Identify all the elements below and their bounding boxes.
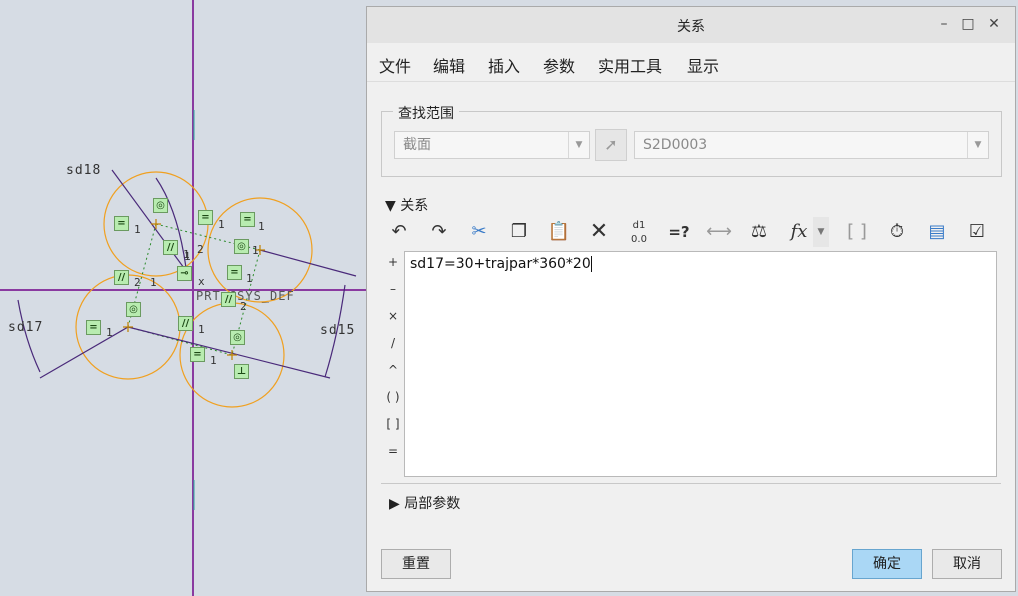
text-caret [590, 256, 592, 272]
relation-text: sd17=30+trajpar*360*20 [410, 256, 591, 272]
menu-parameters[interactable]: 参数 [543, 53, 575, 77]
maximize-icon[interactable]: □ [959, 15, 977, 33]
constraint-index: 2 [240, 300, 247, 313]
undo-icon[interactable]: ↶ [385, 217, 413, 247]
relations-dialog: 关系 – □ ✕ 文件 编辑 插入 参数 实用工具 显示 查找范围 截面 ▼ ➚… [366, 6, 1016, 592]
paste-icon[interactable]: 📋 [545, 217, 573, 247]
menu-file[interactable]: 文件 [379, 53, 411, 77]
dimension-sd15[interactable]: sd15 [320, 323, 355, 338]
expand-triangle-icon: ▶ [389, 496, 400, 512]
close-icon[interactable]: ✕ [985, 15, 1003, 33]
title-bar[interactable]: 关系 – □ ✕ [367, 7, 1015, 43]
constraint-index: 1 [218, 218, 225, 231]
dialog-title: 关系 [677, 19, 705, 35]
perpendicular-constraint-icon[interactable]: ⊥ [234, 364, 249, 379]
equals-operator-button[interactable]: = [385, 444, 401, 458]
local-parameters-label: 局部参数 [404, 496, 461, 512]
constraint-index: 2 [134, 276, 141, 289]
concentric-constraint-icon[interactable]: ◎ [230, 330, 245, 345]
dimension-sd17[interactable]: sd17 [8, 320, 43, 335]
chevron-down-icon: ▼ [568, 132, 589, 158]
concentric-constraint-icon[interactable]: ◎ [126, 302, 141, 317]
constraint-index: 2 [197, 243, 204, 256]
section-divider [381, 483, 1001, 484]
constraint-index: 1 [150, 276, 157, 289]
parallel-constraint-icon[interactable]: // [221, 292, 236, 307]
insert-parameter-icon[interactable]: ⟷ [705, 217, 733, 247]
sketch-geometry [0, 0, 366, 596]
brackets-icon[interactable]: [ ] [843, 217, 871, 247]
cut-icon[interactable]: ✂ [465, 217, 493, 247]
local-parameters-header[interactable]: ▶ 局部参数 [389, 493, 460, 513]
constraint-index: 1 [258, 220, 265, 233]
cursor-arrow-icon: ➚ [604, 135, 618, 154]
scope-object-select[interactable]: S2D0003 ▼ [634, 131, 989, 159]
constraint-index: 1 [134, 223, 141, 236]
copy-icon[interactable]: ❐ [505, 217, 533, 247]
multiply-operator-button[interactable]: × [385, 309, 401, 323]
sketch-canvas[interactable]: sd18 sd17 sd15 PRT_CSYS_DEF ◎ = = = ◎ //… [0, 0, 366, 596]
redo-icon[interactable]: ↷ [425, 217, 453, 247]
parentheses-operator-button[interactable]: ( ) [385, 390, 401, 404]
function-dropdown-icon[interactable]: ▼ [813, 217, 829, 247]
menu-insert[interactable]: 插入 [488, 53, 520, 77]
equal-constraint-icon[interactable]: = [198, 210, 213, 225]
equal-constraint-icon[interactable]: = [86, 320, 101, 335]
concentric-constraint-icon[interactable]: ◎ [234, 239, 249, 254]
concentric-constraint-icon[interactable]: ◎ [153, 198, 168, 213]
relations-editor[interactable]: sd17=30+trajpar*360*20 [404, 251, 997, 477]
evaluate-icon[interactable]: =? [665, 217, 693, 247]
dimension-sd18[interactable]: sd18 [66, 163, 101, 178]
parallel-constraint-icon[interactable]: // [163, 240, 178, 255]
equal-constraint-icon[interactable]: = [190, 347, 205, 362]
sort-relations-icon[interactable]: ⏱ [883, 217, 911, 247]
constraint-index: 1 [106, 326, 113, 339]
minimize-icon[interactable]: – [935, 15, 953, 33]
constraint-index: x [198, 275, 205, 288]
plus-operator-button[interactable]: + [385, 255, 401, 269]
menu-display[interactable]: 显示 [687, 53, 719, 77]
collapse-triangle-icon: ▼ [385, 198, 396, 214]
verify-icon[interactable]: ☑ [963, 217, 991, 247]
cancel-button[interactable]: 取消 [932, 549, 1002, 579]
d1-label: d1 [632, 220, 646, 231]
chevron-down-icon: ▼ [967, 132, 988, 158]
relations-section-label: 关系 [400, 198, 429, 214]
coincident-constraint-icon[interactable]: ⊸ [177, 266, 192, 281]
switch-dimensions-icon[interactable]: d1 0.0 [625, 217, 653, 249]
constraint-index: 1 [184, 250, 191, 263]
constraint-index: 1 [210, 354, 217, 367]
equal-constraint-icon[interactable]: = [227, 265, 242, 280]
reset-button[interactable]: 重置 [381, 549, 451, 579]
parallel-constraint-icon[interactable]: // [178, 316, 193, 331]
menu-utilities[interactable]: 实用工具 [598, 53, 662, 77]
menu-edit[interactable]: 编辑 [433, 53, 465, 77]
insert-function-icon[interactable]: fx [785, 217, 813, 247]
delete-icon[interactable]: ✕ [585, 217, 613, 247]
scope-type-select[interactable]: 截面 ▼ [394, 131, 590, 159]
relations-section-header[interactable]: ▼ 关系 [385, 195, 428, 215]
power-operator-button[interactable]: ^ [385, 363, 401, 377]
ok-button[interactable]: 确定 [852, 549, 922, 579]
constraint-index: 1 [198, 323, 205, 336]
equal-constraint-icon[interactable]: = [240, 212, 255, 227]
scope-type-value: 截面 [403, 137, 431, 153]
equal-constraint-icon[interactable]: = [114, 216, 129, 231]
parallel-constraint-icon[interactable]: // [114, 270, 129, 285]
brackets-operator-button[interactable]: [ ] [385, 417, 401, 431]
execute-icon[interactable]: ▤ [923, 217, 951, 247]
scope-object-value: S2D0003 [643, 137, 708, 153]
minus-operator-button[interactable]: – [385, 282, 401, 296]
units-icon[interactable]: ⚖ [745, 217, 773, 247]
search-scope-label: 查找范围 [393, 103, 459, 123]
divide-operator-button[interactable]: / [385, 336, 401, 350]
constraint-index: 1 [252, 244, 259, 257]
constraint-index: 1 [246, 272, 253, 285]
select-pointer-button[interactable]: ➚ [595, 129, 627, 161]
menu-bar: 文件 编辑 插入 参数 实用工具 显示 [367, 43, 1015, 82]
